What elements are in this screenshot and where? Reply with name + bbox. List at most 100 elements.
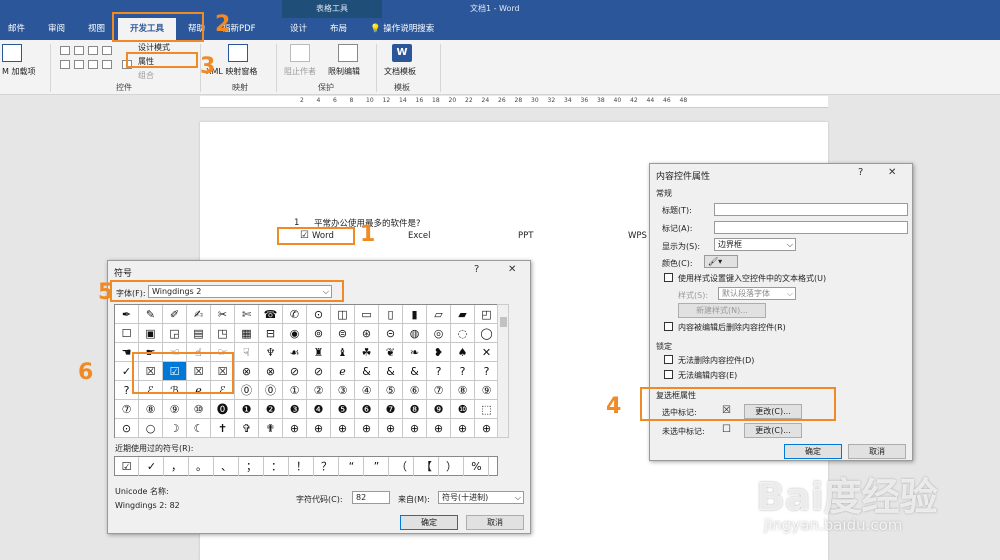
symbol-cell[interactable]: ✕ — [475, 343, 499, 362]
recent-symbol-cell[interactable]: ； — [240, 457, 264, 476]
tab-layout[interactable]: 布局 — [326, 18, 351, 40]
symbol-cell[interactable]: ⑨ — [163, 400, 187, 419]
symbol-cell[interactable]: ♆ — [259, 343, 283, 362]
symbol-cell[interactable]: ❿ — [451, 400, 475, 419]
symbol-ok-button[interactable]: 确定 — [400, 515, 458, 530]
help-button[interactable]: ? — [858, 167, 863, 178]
symbol-cell[interactable]: ⊚ — [307, 324, 331, 343]
symbol-cell[interactable]: ⑦ — [115, 400, 139, 419]
symbol-cell[interactable]: ◎ — [427, 324, 451, 343]
symbol-cell[interactable]: ⑥ — [403, 381, 427, 400]
char-code-input[interactable]: 82 — [352, 491, 390, 504]
symbol-cell[interactable]: ⊕ — [283, 419, 307, 438]
new-style-button[interactable]: 新建样式(N)... — [678, 303, 766, 318]
block-authors-button[interactable]: 阻止作者 — [284, 66, 316, 77]
symbol-cell[interactable]: & — [379, 362, 403, 381]
symbol-cell[interactable]: ⓪ — [235, 381, 259, 400]
show-as-select[interactable]: 边界框 ⌵ — [714, 238, 796, 251]
symbol-cell[interactable]: ☽ — [163, 419, 187, 438]
symbol-cell[interactable]: ⊘ — [283, 362, 307, 381]
symbol-cell[interactable]: ⊕ — [307, 419, 331, 438]
symbol-cell[interactable]: ⑦ — [427, 381, 451, 400]
symbol-cell[interactable]: ✟ — [259, 419, 283, 438]
symbol-cell[interactable]: ◲ — [163, 324, 187, 343]
symbol-cell[interactable]: ⊕ — [403, 419, 427, 438]
symbol-cell[interactable]: ☾ — [187, 419, 211, 438]
symbol-cell[interactable]: ② — [307, 381, 331, 400]
symbol-cell[interactable]: ❶ — [235, 400, 259, 419]
symbol-cell[interactable]: ✂ — [211, 305, 235, 324]
group-button[interactable]: 组合 — [138, 70, 154, 81]
scrollbar-thumb[interactable] — [500, 317, 507, 327]
use-style-checkbox[interactable] — [664, 273, 673, 282]
symbol-cell[interactable]: ☙ — [283, 343, 307, 362]
symbol-cell[interactable]: ❧ — [403, 343, 427, 362]
symbol-cell[interactable]: ? — [451, 362, 475, 381]
picture-control-icon[interactable] — [88, 46, 98, 55]
symbol-cell[interactable]: ▭ — [355, 305, 379, 324]
date-picker-icon[interactable] — [102, 60, 112, 69]
symbol-cell[interactable]: ◍ — [403, 324, 427, 343]
symbol-cell[interactable]: ◌ — [451, 324, 475, 343]
tab-review[interactable]: 审阅 — [44, 18, 69, 40]
symbol-cell[interactable]: ✐ — [163, 305, 187, 324]
symbol-cell[interactable]: ▮ — [403, 305, 427, 324]
recent-symbol-cell[interactable]: ， — [165, 457, 189, 476]
restrict-editing-button[interactable]: 限制编辑 — [328, 66, 360, 77]
tag-input[interactable] — [714, 221, 908, 234]
symbol-cell[interactable]: ◳ — [211, 324, 235, 343]
symbol-cell[interactable]: ⊜ — [331, 324, 355, 343]
symbol-cell[interactable]: ☘ — [355, 343, 379, 362]
symbol-cell[interactable]: ⓿ — [211, 400, 235, 419]
symbol-cell[interactable]: ▣ — [139, 324, 163, 343]
recent-symbol-cell[interactable]: ） — [440, 457, 464, 476]
recent-symbol-cell[interactable]: ！ — [290, 457, 314, 476]
symbol-cell[interactable]: ❺ — [331, 400, 355, 419]
symbol-cell[interactable]: ③ — [331, 381, 355, 400]
symbol-cell[interactable]: ⑤ — [379, 381, 403, 400]
rich-text-control-icon[interactable] — [60, 46, 70, 55]
symbol-cell[interactable]: ⑧ — [451, 381, 475, 400]
addins-button[interactable]: M 加载项 — [2, 66, 35, 77]
symbol-cell[interactable]: ◯ — [475, 324, 499, 343]
symbol-cell[interactable]: ⬚ — [475, 400, 499, 419]
symbol-cell[interactable]: ▯ — [379, 305, 403, 324]
symbol-grid-scrollbar[interactable] — [497, 304, 509, 438]
symbol-cell[interactable]: ⊗ — [235, 362, 259, 381]
tell-me-search[interactable]: 💡 操作说明搜索 — [370, 18, 434, 40]
symbol-cell[interactable]: ℯ — [331, 362, 355, 381]
symbol-cell[interactable]: ❻ — [355, 400, 379, 419]
tab-view[interactable]: 视图 — [84, 18, 109, 40]
symbol-cell[interactable]: ❼ — [379, 400, 403, 419]
recent-symbol-cell[interactable]: ☑ — [115, 457, 139, 476]
symbol-cell[interactable]: ✍ — [187, 305, 211, 324]
symbol-cell[interactable]: ⊕ — [451, 419, 475, 438]
symbol-cell[interactable]: ⊕ — [331, 419, 355, 438]
symbol-cell[interactable]: ✆ — [283, 305, 307, 324]
symbol-cell[interactable]: ♠ — [451, 343, 475, 362]
symbol-cell[interactable]: ❸ — [283, 400, 307, 419]
symbol-cell[interactable]: ✒ — [115, 305, 139, 324]
symbol-cell[interactable]: ✎ — [139, 305, 163, 324]
props-ok-button[interactable]: 确定 — [784, 444, 842, 459]
help-button[interactable]: ? — [474, 264, 479, 275]
symbol-cell[interactable]: ⑩ — [187, 400, 211, 419]
symbol-cell[interactable]: ♝ — [331, 343, 355, 362]
recent-symbol-cell[interactable]: “ — [340, 457, 364, 476]
symbol-cancel-button[interactable]: 取消 — [466, 515, 524, 530]
symbol-cell[interactable]: ☎ — [259, 305, 283, 324]
change-unchecked-button[interactable]: 更改(C)... — [744, 423, 802, 438]
title-input[interactable] — [714, 203, 908, 216]
symbol-cell[interactable]: ⊘ — [307, 362, 331, 381]
close-icon[interactable]: ✕ — [888, 167, 896, 178]
combo-box-icon[interactable] — [74, 60, 84, 69]
from-select[interactable]: 符号(十进制) ⌵ — [438, 491, 524, 504]
symbol-cell[interactable]: ④ — [355, 381, 379, 400]
checkbox-control-icon[interactable] — [60, 60, 70, 69]
symbol-cell[interactable]: ♜ — [307, 343, 331, 362]
document-template-button[interactable]: 文档模板 — [384, 66, 416, 77]
symbol-cell[interactable]: ⊕ — [355, 419, 379, 438]
props-cancel-button[interactable]: 取消 — [848, 444, 906, 459]
recent-symbol-cell[interactable]: ？ — [315, 457, 339, 476]
symbol-cell[interactable]: ⊙ — [115, 419, 139, 438]
